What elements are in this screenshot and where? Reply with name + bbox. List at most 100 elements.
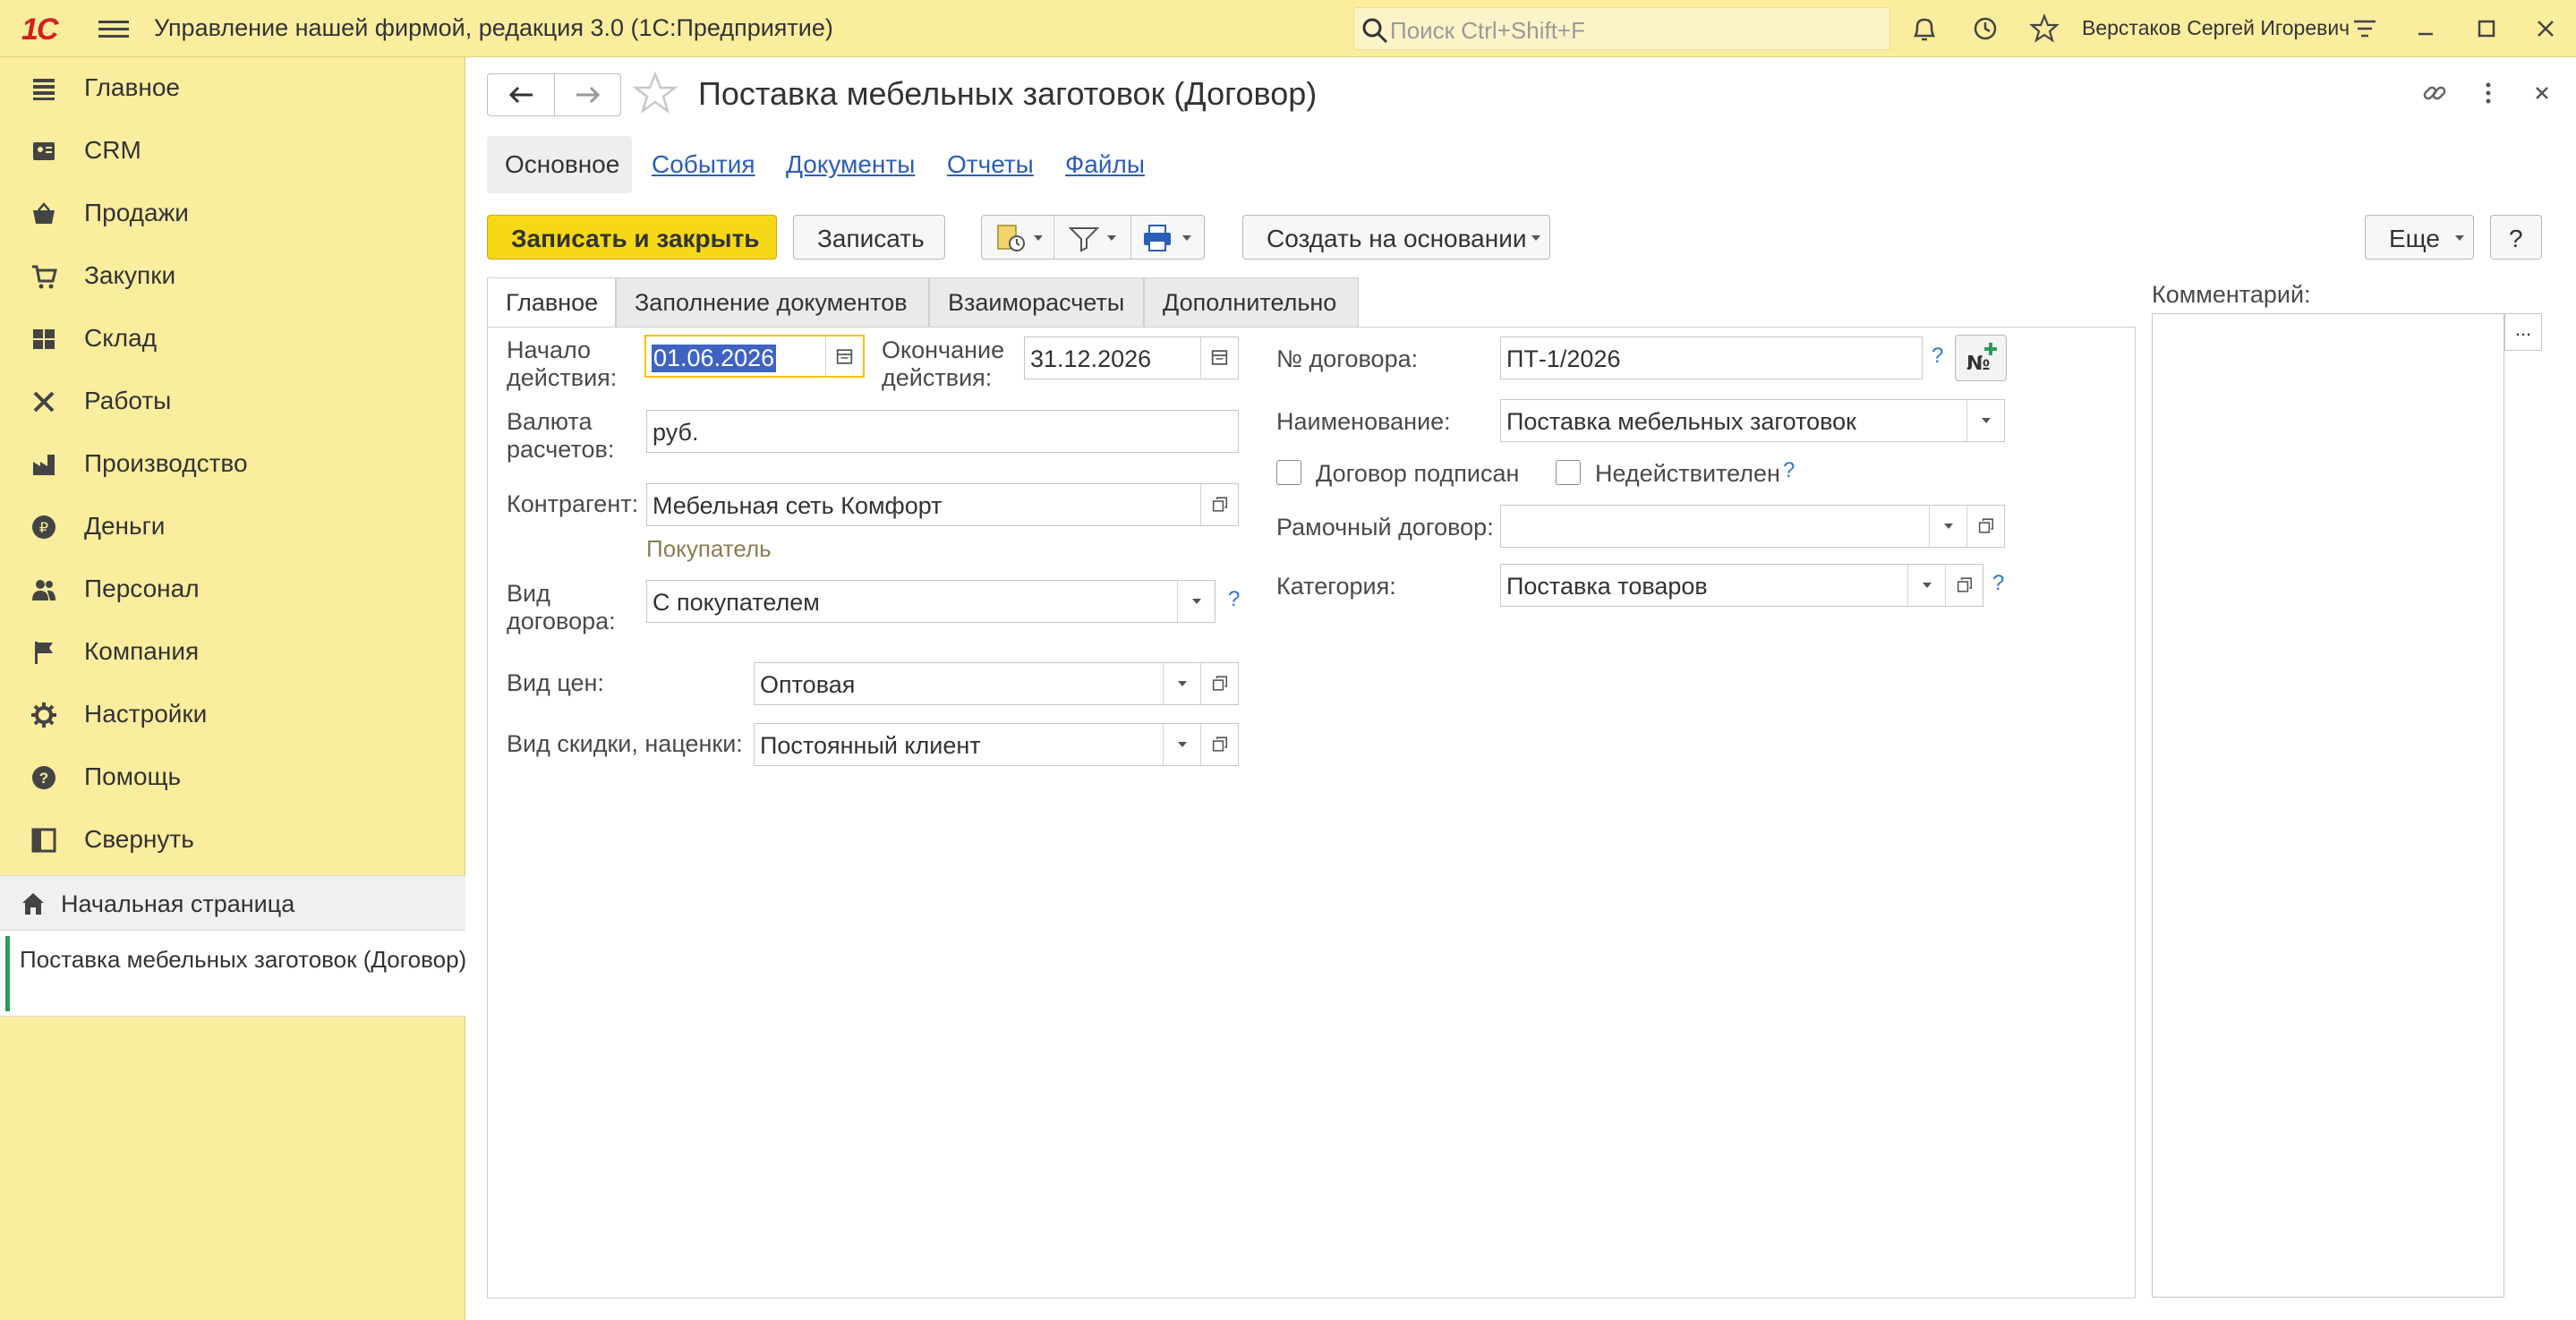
search-input[interactable]: Поиск Ctrl+Shift+F xyxy=(1353,7,1890,50)
discount-select[interactable]: Постоянный клиент xyxy=(754,723,1239,766)
caret-icon xyxy=(1192,599,1201,604)
minimize-icon[interactable] xyxy=(2410,13,2442,45)
sidebar-item-main[interactable]: Главное xyxy=(0,63,465,116)
start-date-label-text: Начало действия: xyxy=(507,336,618,391)
comment-textarea[interactable] xyxy=(2152,313,2504,1298)
category-select[interactable]: Поставка товаров xyxy=(1500,564,1983,607)
close-window-icon[interactable] xyxy=(2529,13,2562,45)
price-type-select[interactable]: Оптовая xyxy=(754,662,1239,705)
nav-link-reports[interactable]: Отчеты xyxy=(947,150,1034,179)
save-button[interactable]: Записать xyxy=(793,215,945,260)
signed-label[interactable]: Договор подписан xyxy=(1316,460,1519,488)
price-type-value: Оптовая xyxy=(760,671,856,698)
comment-edit-button[interactable]: ... xyxy=(2504,313,2542,351)
tab-settlements[interactable]: Взаиморасчеты xyxy=(929,277,1144,328)
dropdown-button[interactable] xyxy=(1929,506,1966,547)
tab-main[interactable]: Главное xyxy=(487,277,616,328)
end-date-label-text: Окончание действия: xyxy=(882,336,1005,391)
start-date-field[interactable]: 01.06.2026 xyxy=(644,335,865,378)
history-nav xyxy=(487,73,621,116)
favorite-star-icon[interactable] xyxy=(632,70,678,116)
category-help[interactable]: ? xyxy=(1992,571,2004,596)
sidebar-item-works[interactable]: Работы xyxy=(0,376,465,430)
caret-icon xyxy=(1034,235,1043,241)
dropdown-button[interactable] xyxy=(1966,400,2004,441)
app-logo[interactable]: 1С xyxy=(21,13,81,47)
dropdown-button[interactable] xyxy=(1177,581,1215,622)
save-and-close-button[interactable]: Записать и закрыть xyxy=(487,215,777,260)
sidebar-item-money[interactable]: ₽ Деньги xyxy=(0,501,465,555)
sidebar-item-sales[interactable]: Продажи xyxy=(0,188,465,242)
framework-contract-select[interactable] xyxy=(1500,505,2005,548)
close-form-icon[interactable] xyxy=(2526,77,2558,109)
sidebar-item-help[interactable]: ? Помощь xyxy=(0,752,465,805)
dropdown-button[interactable] xyxy=(1163,724,1200,765)
end-date-field[interactable]: 31.12.2026 xyxy=(1024,336,1239,379)
calendar-icon[interactable] xyxy=(825,336,863,378)
home-icon xyxy=(22,893,44,915)
nav-link-events[interactable]: События xyxy=(652,150,755,179)
counterparty-role[interactable]: Покупатель xyxy=(646,535,772,563)
contract-name-select[interactable]: Поставка мебельных заготовок xyxy=(1500,399,2005,442)
sidebar-item-label: Помощь xyxy=(84,762,182,790)
factory-icon xyxy=(33,455,55,475)
open-icon[interactable] xyxy=(1945,565,1983,606)
more-label: Еще xyxy=(2389,225,2440,252)
document-clock-icon[interactable] xyxy=(994,223,1027,253)
counterparty-field[interactable]: Мебельная сеть Комфорт xyxy=(646,483,1239,526)
sidebar-item-company[interactable]: Компания xyxy=(0,626,465,680)
sidebar-item-collapse[interactable]: Свернуть xyxy=(0,814,465,868)
contract-type-select[interactable]: С покупателем xyxy=(646,580,1215,623)
tab-label: Взаиморасчеты xyxy=(948,289,1125,316)
help-button[interactable]: ? xyxy=(2490,215,2542,260)
contract-number-field[interactable]: ПТ-1/2026 xyxy=(1500,336,1923,379)
open-icon[interactable] xyxy=(1966,506,2004,547)
more-button[interactable]: Еще xyxy=(2365,215,2474,260)
link-icon[interactable] xyxy=(2418,77,2451,109)
maximize-icon[interactable] xyxy=(2470,13,2503,45)
number-generate-button[interactable]: № xyxy=(1955,335,2007,381)
sidebar-item-label: Склад xyxy=(84,324,158,352)
open-icon[interactable] xyxy=(1200,724,1238,765)
nav-link-files[interactable]: Файлы xyxy=(1065,150,1145,179)
create-based-on-button[interactable]: Создать на основании xyxy=(1242,215,1550,260)
user-name[interactable]: Верстаков Сергей Игоревич xyxy=(2082,16,2350,40)
calendar-icon[interactable] xyxy=(1200,337,1238,379)
invalid-label[interactable]: Недействителен xyxy=(1595,460,1780,488)
main-menu-icon[interactable] xyxy=(98,16,129,41)
home-page-link[interactable]: Начальная страница xyxy=(0,875,465,931)
sidebar-item-production[interactable]: Производство xyxy=(0,439,465,492)
tab-document-filling[interactable]: Заполнение документов xyxy=(616,277,929,328)
filter-icon[interactable] xyxy=(1068,223,1100,253)
caret-icon xyxy=(1923,583,1932,588)
nav-link-documents[interactable]: Документы xyxy=(786,150,915,179)
sidebar-item-warehouse[interactable]: Склад xyxy=(0,313,465,367)
open-icon[interactable] xyxy=(1200,663,1238,704)
contract-number-help[interactable]: ? xyxy=(1932,344,1943,369)
dropdown-button[interactable] xyxy=(1163,663,1200,704)
sidebar-item-personnel[interactable]: Персонал xyxy=(0,564,465,617)
print-icon[interactable] xyxy=(1141,223,1173,253)
open-icon[interactable] xyxy=(1200,484,1238,525)
sidebar-item-settings[interactable]: Настройки xyxy=(0,689,465,743)
forward-arrow-icon[interactable] xyxy=(555,74,621,115)
tab-main-section[interactable]: Основное xyxy=(487,136,632,193)
bell-icon[interactable] xyxy=(1908,13,1941,45)
caret-icon xyxy=(1107,235,1116,241)
currency-field[interactable]: руб. xyxy=(646,410,1239,453)
back-arrow-icon[interactable] xyxy=(488,74,554,115)
settings-menu-icon[interactable] xyxy=(2349,13,2381,45)
sidebar-item-purchases[interactable]: Закупки xyxy=(0,251,465,304)
signed-checkbox[interactable] xyxy=(1276,460,1301,485)
end-date-label: Окончание действия: xyxy=(882,336,1004,392)
open-window-item[interactable]: Поставка мебельных заготовок (Договор) xyxy=(0,931,466,1017)
more-vertical-icon[interactable] xyxy=(2472,77,2504,109)
history-icon[interactable] xyxy=(1969,13,2001,45)
dropdown-button[interactable] xyxy=(1907,565,1945,606)
sidebar-item-crm[interactable]: CRM xyxy=(0,125,465,179)
contract-type-help[interactable]: ? xyxy=(1228,587,1240,612)
tab-additional[interactable]: Дополнительно xyxy=(1144,277,1359,328)
favorites-icon[interactable] xyxy=(2028,13,2060,45)
invalid-checkbox[interactable] xyxy=(1556,460,1581,485)
invalid-help[interactable]: ? xyxy=(1783,458,1795,483)
